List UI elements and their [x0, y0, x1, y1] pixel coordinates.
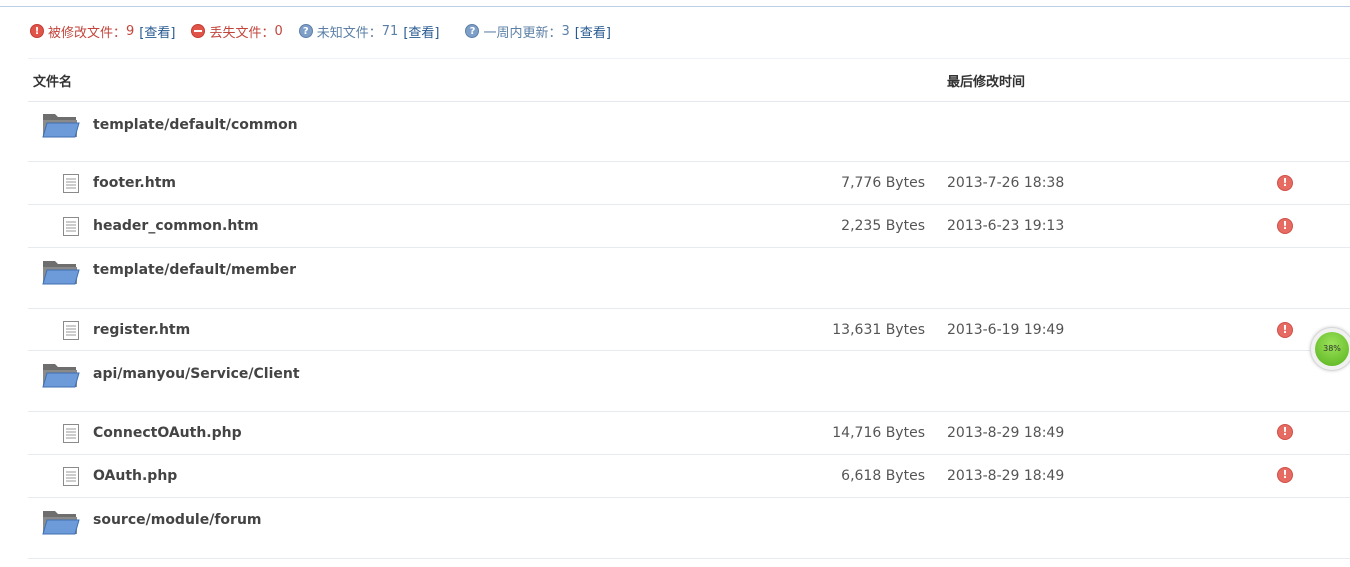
table-header: 文件名 最后修改时间	[28, 58, 1350, 102]
progress-widget[interactable]: 38%	[1310, 327, 1350, 371]
header-filename: 文件名	[33, 75, 73, 90]
file-row[interactable]: OAuth.php 6,618 Bytes 2013-8-29 18:49 !	[28, 455, 1350, 498]
file-size: 6,618 Bytes	[841, 468, 925, 484]
recent-label: 一周内更新：	[483, 25, 562, 41]
question-icon: ?	[298, 24, 313, 38]
unknown-count: 71	[381, 23, 399, 39]
progress-label: 38%	[1315, 332, 1349, 366]
file-name[interactable]: register.htm	[93, 322, 190, 338]
alert-icon: !	[1277, 467, 1293, 483]
file-size: 2,235 Bytes	[841, 218, 925, 234]
folder-icon	[42, 511, 80, 535]
status-lost: 丢失文件： 0	[191, 22, 283, 41]
alert-icon: !	[1277, 218, 1293, 234]
file-size: 7,776 Bytes	[841, 175, 925, 191]
top-border	[0, 0, 1350, 7]
folder-row[interactable]: api/manyou/Service/Client	[28, 351, 1350, 412]
folder-name[interactable]: template/default/common	[93, 117, 298, 133]
question-icon: ?	[465, 24, 480, 38]
folder-icon	[42, 261, 80, 285]
file-icon	[63, 424, 79, 443]
folder-icon	[42, 114, 80, 138]
recent-view-link[interactable]: [查看]	[575, 22, 611, 41]
file-row[interactable]: footer.htm 7,776 Bytes 2013-7-26 18:38 !	[28, 162, 1350, 205]
file-size: 14,716 Bytes	[832, 425, 925, 441]
file-icon	[63, 217, 79, 236]
status-recent: ? 一周内更新： 3 [查看]	[465, 22, 611, 41]
modified-count: 9	[126, 23, 135, 39]
recent-count: 3	[561, 23, 570, 39]
lost-label: 丢失文件：	[209, 25, 275, 41]
file-icon	[63, 467, 79, 486]
file-icon	[63, 174, 79, 193]
status-bar: ! 被修改文件： 9 [查看] 丢失文件： 0 ? 未知文件： 71 [查看] …	[30, 20, 627, 42]
file-time: 2013-6-19 19:49	[947, 322, 1065, 338]
status-modified: ! 被修改文件： 9 [查看]	[30, 22, 175, 41]
alert-icon: !	[1277, 175, 1293, 191]
unknown-label: 未知文件：	[316, 25, 382, 41]
file-name[interactable]: ConnectOAuth.php	[93, 425, 242, 441]
file-name[interactable]: header_common.htm	[93, 218, 259, 234]
file-name[interactable]: OAuth.php	[93, 468, 177, 484]
file-name[interactable]: footer.htm	[93, 175, 176, 191]
file-time: 2013-8-29 18:49	[947, 425, 1065, 441]
unknown-view-link[interactable]: [查看]	[403, 22, 439, 41]
file-row[interactable]: register.htm 13,631 Bytes 2013-6-19 19:4…	[28, 309, 1350, 351]
lost-count: 0	[274, 23, 283, 39]
modified-view-link[interactable]: [查看]	[139, 22, 175, 41]
folder-name[interactable]: source/module/forum	[93, 512, 262, 528]
modified-label: 被修改文件：	[48, 25, 127, 41]
folder-row[interactable]: source/module/forum	[28, 498, 1350, 559]
minus-icon	[191, 24, 206, 38]
folder-row[interactable]: template/default/common	[28, 101, 1350, 162]
file-size: 13,631 Bytes	[832, 322, 925, 338]
header-modified-time: 最后修改时间	[947, 75, 1026, 90]
alert-icon: !	[1277, 322, 1293, 338]
status-unknown: ? 未知文件： 71 [查看]	[298, 22, 439, 41]
file-time: 2013-6-23 19:13	[947, 218, 1065, 234]
folder-name[interactable]: api/manyou/Service/Client	[93, 366, 300, 382]
alert-icon: !	[30, 24, 44, 38]
file-icon	[63, 321, 79, 340]
alert-icon: !	[1277, 424, 1293, 440]
file-row[interactable]: ConnectOAuth.php 14,716 Bytes 2013-8-29 …	[28, 412, 1350, 455]
folder-name[interactable]: template/default/member	[93, 262, 296, 278]
file-row[interactable]: header_common.htm 2,235 Bytes 2013-6-23 …	[28, 205, 1350, 248]
folder-icon	[42, 364, 80, 388]
file-time: 2013-8-29 18:49	[947, 468, 1065, 484]
file-time: 2013-7-26 18:38	[947, 175, 1065, 191]
folder-row[interactable]: template/default/member	[28, 248, 1350, 309]
